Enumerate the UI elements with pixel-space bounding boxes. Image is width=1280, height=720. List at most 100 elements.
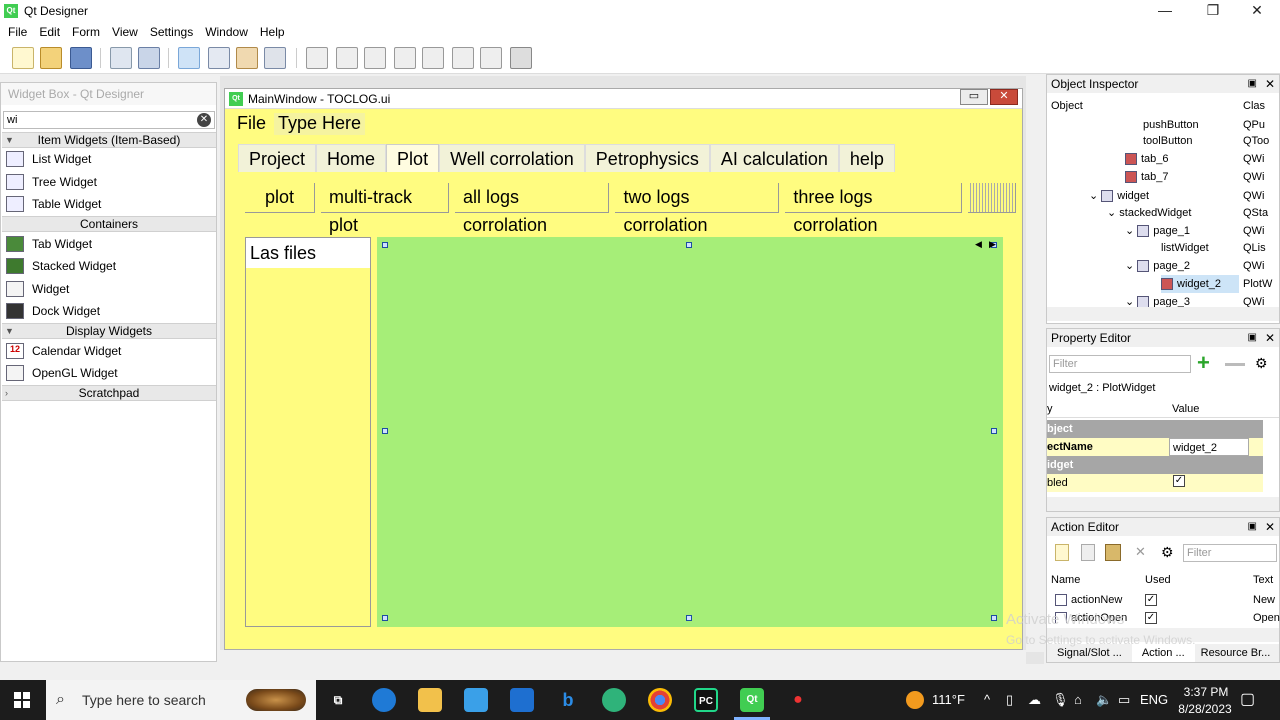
tree-item-page1[interactable]: ⌄ page_1: [1125, 222, 1190, 240]
widget-item-stacked-widget[interactable]: Stacked Widget: [6, 256, 116, 276]
clock-time[interactable]: 3:37 PM: [1176, 685, 1236, 699]
edit-widgets-icon[interactable]: [178, 47, 200, 69]
resize-handle[interactable]: [382, 242, 388, 248]
form-menu-type-here[interactable]: Type Here: [274, 113, 366, 135]
tab-petrophysics[interactable]: Petrophysics: [584, 144, 710, 172]
minimize-button[interactable]: —: [1142, 0, 1188, 22]
plot-button[interactable]: plot: [245, 183, 316, 213]
tree-item-toolbutton[interactable]: toolButton: [1143, 132, 1193, 150]
new-form-icon[interactable]: [12, 47, 34, 69]
bing-icon[interactable]: b: [556, 688, 580, 712]
clock-date[interactable]: 8/28/2023: [1170, 702, 1240, 716]
paste-action-icon[interactable]: [1105, 544, 1121, 561]
open-folder-icon[interactable]: [40, 47, 62, 69]
language-indicator[interactable]: ENG: [1140, 680, 1168, 720]
record-icon[interactable]: ●: [786, 688, 810, 712]
add-property-icon[interactable]: +: [1197, 352, 1210, 374]
stack-next-arrow-icon[interactable]: ▶: [989, 239, 996, 250]
chevron-down-icon[interactable]: ⌄: [1107, 207, 1119, 219]
action-row-new[interactable]: actionNew: [1055, 591, 1122, 609]
taskbar-search-box[interactable]: ⌕ Type here to search: [46, 680, 316, 720]
tree-item-page2[interactable]: ⌄ page_2: [1125, 257, 1190, 275]
three-logs-corrolation-button[interactable]: three logs corrolation: [785, 183, 962, 235]
widget-item-tab-widget[interactable]: Tab Widget: [6, 234, 92, 254]
widget-item-calendar-widget[interactable]: 12 Calendar Widget: [6, 341, 121, 361]
layout-horizontal-icon[interactable]: [306, 47, 328, 69]
close-panel-icon[interactable]: ✕: [1265, 329, 1275, 347]
task-view-icon[interactable]: ⧉: [326, 688, 350, 712]
save-icon[interactable]: [70, 47, 92, 69]
stack-prev-arrow-icon[interactable]: ◀: [975, 239, 982, 250]
mdi-horizontal-scrollbar[interactable]: [220, 650, 1026, 664]
category-item-widgets[interactable]: ▼ Item Widgets (Item-Based): [2, 132, 216, 148]
float-icon[interactable]: ▣: [1248, 518, 1257, 536]
two-logs-corrolation-button[interactable]: two logs corrolation: [615, 183, 780, 235]
tree-item-tab7[interactable]: tab_7: [1125, 168, 1169, 186]
pycharm-icon[interactable]: PC: [694, 688, 718, 712]
form-minimize-button[interactable]: ▭: [960, 89, 988, 105]
form-close-button[interactable]: ✕: [990, 89, 1018, 105]
device-icon[interactable]: ▯: [1006, 680, 1013, 720]
property-row-enabled[interactable]: bled ✓: [1047, 474, 1263, 492]
property-filter-input[interactable]: Filter: [1049, 355, 1191, 373]
layout-form-icon[interactable]: [422, 47, 444, 69]
close-panel-icon[interactable]: ✕: [1265, 518, 1275, 536]
object-inspector-horizontal-scrollbar[interactable]: [1047, 307, 1279, 321]
category-scratchpad[interactable]: › Scratchpad: [2, 385, 216, 401]
edit-signals-slots-icon[interactable]: [208, 47, 230, 69]
layout-grid-icon[interactable]: [452, 47, 474, 69]
menu-file[interactable]: File: [0, 25, 33, 39]
widget-item-tree-widget[interactable]: Tree Widget: [6, 172, 97, 192]
tab-ai-calculation[interactable]: AI calculation: [709, 144, 839, 172]
layout-horizontal-splitter-icon[interactable]: [364, 47, 386, 69]
widget-item-opengl-widget[interactable]: OpenGL Widget: [6, 363, 118, 383]
new-action-icon[interactable]: [1055, 544, 1069, 561]
action-filter-input[interactable]: Filter: [1183, 544, 1277, 562]
menu-help[interactable]: Help: [254, 25, 291, 39]
weather-temperature[interactable]: 111°F: [932, 680, 965, 720]
volume-icon[interactable]: 🔈: [1096, 680, 1112, 720]
chevron-down-icon[interactable]: ⌄: [1125, 260, 1137, 272]
tree-item-widget2[interactable]: widget_2: [1161, 275, 1239, 293]
float-icon[interactable]: ▣: [1248, 329, 1257, 347]
maximize-button[interactable]: ❐: [1190, 0, 1236, 22]
tab-project[interactable]: Project: [238, 144, 317, 172]
microsoft-store-icon[interactable]: [464, 688, 488, 712]
objectname-value-field[interactable]: widget_2: [1169, 438, 1249, 456]
mdi-vertical-scrollbar[interactable]: [1026, 76, 1044, 652]
microphone-icon[interactable]: 🎙: [1052, 680, 1069, 720]
copy-action-icon[interactable]: [1081, 544, 1095, 561]
all-logs-corrolation-button[interactable]: all logs corrolation: [454, 183, 610, 235]
chevron-down-icon[interactable]: ⌄: [1125, 296, 1137, 307]
tree-item-tab6[interactable]: tab_6: [1125, 150, 1169, 168]
edge-browser-icon[interactable]: [372, 688, 396, 712]
menu-view[interactable]: View: [106, 25, 144, 39]
tree-item-page3[interactable]: ⌄ page_3: [1125, 293, 1190, 307]
notification-center-icon[interactable]: ▢: [1240, 680, 1255, 720]
layout-vertical-icon[interactable]: [336, 47, 358, 69]
tab-home[interactable]: Home: [316, 144, 387, 172]
resize-handle[interactable]: [686, 615, 692, 621]
chevron-up-icon[interactable]: ^: [984, 680, 990, 720]
cloud-icon[interactable]: ☁: [1028, 680, 1041, 720]
search-highlight-image[interactable]: [246, 689, 306, 711]
edit-tab-order-icon[interactable]: [264, 47, 286, 69]
menu-form[interactable]: Form: [66, 25, 106, 39]
tab-well-corrolation[interactable]: Well corrolation: [439, 144, 585, 172]
form-menu-file[interactable]: File: [235, 113, 268, 135]
close-panel-icon[interactable]: ✕: [1265, 75, 1275, 93]
battery-icon[interactable]: ▭: [1118, 680, 1130, 720]
resize-handle[interactable]: [382, 428, 388, 434]
tab-plot[interactable]: Plot: [386, 144, 440, 172]
adjust-size-icon[interactable]: [510, 47, 532, 69]
chevron-down-icon[interactable]: ⌄: [1089, 190, 1101, 202]
widget-item-dock-widget[interactable]: Dock Widget: [6, 301, 100, 321]
tree-item-widget[interactable]: ⌄ widget: [1089, 187, 1149, 205]
category-display-widgets[interactable]: ▼ Display Widgets: [2, 323, 216, 339]
property-row-objectname[interactable]: ectName widget_2: [1047, 438, 1263, 456]
file-explorer-icon[interactable]: [418, 688, 442, 712]
bring-to-front-icon[interactable]: [138, 47, 160, 69]
tab-help[interactable]: help: [838, 144, 895, 172]
enabled-checkbox[interactable]: ✓: [1173, 475, 1185, 487]
chevron-down-icon[interactable]: ⌄: [1125, 225, 1137, 237]
